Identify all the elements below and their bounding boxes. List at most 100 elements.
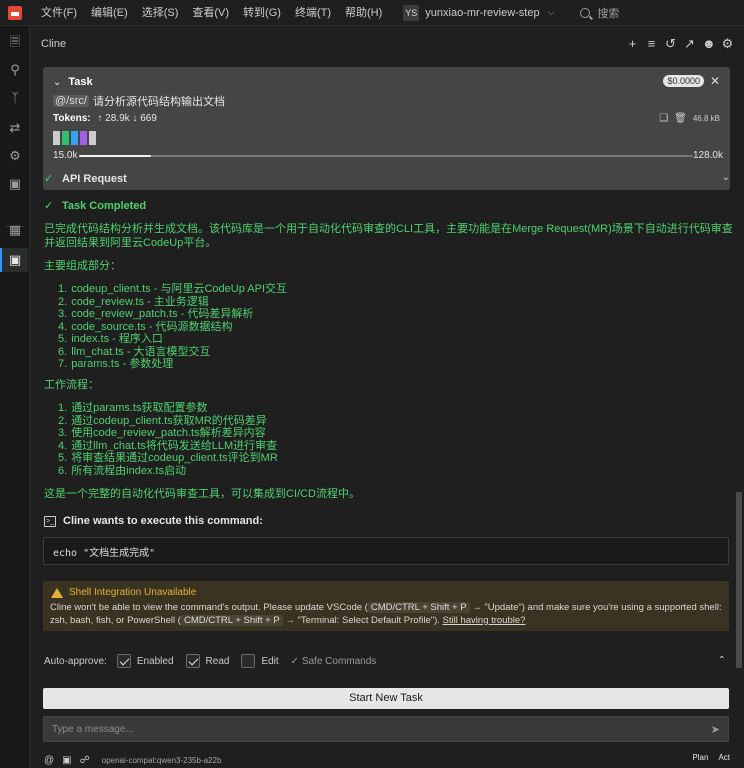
warning-icon (51, 587, 63, 598)
menu-view[interactable]: 查看(V) (185, 0, 236, 26)
remote-icon[interactable]: ⇄ (7, 120, 23, 136)
menu-terminal[interactable]: 终端(T) (288, 0, 338, 26)
search-placeholder: 搜索 (597, 7, 620, 20)
menu-help[interactable]: 帮助(H) (338, 0, 389, 26)
copy-icon[interactable]: ❏ (659, 113, 668, 124)
debug-icon[interactable]: ⚙ (7, 148, 23, 164)
auto-approve-read[interactable]: Read (185, 654, 229, 668)
account-icon[interactable]: ☻ (702, 36, 716, 51)
task-prompt-text: 请分析源代码结构输出文档 (92, 96, 225, 108)
cline-icon[interactable]: ▣ (7, 252, 23, 268)
header-actions: + ≡ ↺ ↗ ☻ ⚙ (626, 36, 734, 51)
chat-footer: @ ▣ ☍ openai-compat:qwen3-235b-a22b Plan… (44, 753, 734, 767)
plan-act-toggle[interactable]: Plan Act (692, 753, 730, 762)
command-box: echo "文档生成完成" (43, 537, 729, 565)
conclusion: 这是一个完整的自动化代码审查工具，可以集成到CI/CD流程中。 (44, 488, 360, 500)
command-center-search[interactable]: 搜索 (580, 5, 619, 21)
message-input[interactable] (52, 724, 692, 735)
active-item-indicator (0, 248, 2, 272)
menu-go[interactable]: 转到(G) (236, 0, 288, 26)
app-logo-icon (8, 5, 22, 20)
history-icon[interactable]: ↺ (664, 36, 677, 51)
context-bar (79, 155, 693, 157)
cache-block (89, 131, 96, 145)
components-list: 1. codeup_client.ts - 与阿里云CodeUp API交互 2.… (58, 283, 287, 371)
api-request-row[interactable]: ✓ API Request (44, 174, 127, 185)
auto-approve-edit[interactable]: Edit (241, 654, 279, 668)
chevron-down-icon[interactable]: ⌄ (53, 77, 61, 88)
context-used: 15.0k (53, 150, 78, 161)
task-title-row[interactable]: ⌄ Task (53, 76, 93, 88)
file-mention[interactable]: @/src/ (53, 95, 89, 107)
act-mode[interactable]: Act (718, 753, 730, 762)
start-new-task-button[interactable]: Start New Task (43, 688, 729, 709)
cache-block (62, 131, 69, 145)
chevron-up-icon[interactable]: ⌃ (718, 655, 726, 666)
context-bar-fill (79, 155, 151, 157)
warning-title-row: Shell Integration Unavailable (51, 587, 196, 598)
shell-integration-warning: Shell Integration Unavailable Cline won'… (43, 581, 729, 631)
popout-icon[interactable]: ↗ (683, 36, 696, 51)
list-item: 5. 将审查结果通过codeup_client.ts评论到MR (58, 452, 278, 464)
command-request-header: >_ Cline wants to execute this command: (44, 515, 263, 527)
list-item: 3. code_review_patch.ts - 代码差异解析 (58, 308, 254, 320)
api-request-label: API Request (62, 174, 127, 185)
enabled-checkbox[interactable] (116, 654, 131, 668)
task-size: 46.8 kB (692, 114, 720, 123)
plan-mode[interactable]: Plan (692, 753, 708, 762)
list-item: 6. llm_chat.ts - 大语言模型交互 (58, 345, 211, 358)
settings-gear-icon[interactable]: ⚙ (721, 36, 734, 51)
chevron-down-icon[interactable]: ⌄ (722, 174, 730, 183)
task-header-card: ⌄ Task $0.0000 ✕ @/src/ 请分析源代码结构输出文档 Tok… (43, 67, 730, 190)
activity-bar: 🗏 ⚲ ᛉ ⇄ ⚙ ▣ ▦ ▣ (0, 26, 30, 768)
send-icon[interactable]: ➤ (711, 723, 720, 736)
list-item: 5. index.ts - 程序入口 (58, 333, 163, 345)
command-text: echo "文档生成完成" (53, 548, 156, 559)
new-task-icon[interactable]: + (626, 36, 639, 51)
list-item: 4. code_source.ts - 代码源数据结构 (58, 320, 233, 333)
terminal-icon: >_ (44, 515, 56, 527)
components-title: 主要组成部分： (44, 260, 121, 272)
safe-commands-option[interactable]: ✓ Safe Commands (291, 656, 377, 667)
read-checkbox[interactable] (185, 654, 200, 668)
auto-approve-enabled[interactable]: Enabled (116, 654, 174, 668)
warning-title: Shell Integration Unavailable (69, 587, 197, 598)
delete-icon[interactable]: 🗑 (674, 113, 687, 124)
auto-approve-label: Auto-approve: (44, 655, 107, 667)
task-completed-row: ✓ Task Completed (44, 199, 146, 212)
menu-edit[interactable]: 编辑(E) (84, 0, 135, 26)
source-control-icon[interactable]: ᛉ (7, 90, 23, 106)
edit-checkbox[interactable] (241, 654, 256, 668)
shortcut-kbd: CMD/CTRL + Shift + P (367, 602, 470, 613)
files-icon[interactable]: 🗏 (7, 34, 23, 50)
list-item: 2. code_review.ts - 主业务逻辑 (58, 295, 209, 308)
warning-text: Cline won't be able to view the command'… (50, 602, 722, 626)
cache-block (71, 131, 78, 145)
tokens-in: ↑ 28.9k (97, 113, 130, 124)
chat-scrollbar[interactable] (736, 492, 742, 668)
menu-selection[interactable]: 选择(S) (135, 0, 186, 26)
search-icon[interactable]: ⚲ (7, 62, 23, 78)
mcp-icon[interactable]: ☍ (80, 755, 90, 766)
testing-icon[interactable]: ▣ (7, 176, 23, 192)
tokens-label: Tokens: (53, 113, 91, 124)
troubleshoot-link[interactable]: Still having trouble? (443, 615, 526, 626)
workspace-badge: YS (403, 4, 420, 21)
menu-file[interactable]: 文件(F) (34, 0, 84, 26)
cost-badge: $0.0000 (663, 75, 704, 87)
chevron-down-icon: ⌵ (547, 7, 555, 17)
cache-block (53, 131, 60, 145)
mention-icon[interactable]: @ (44, 755, 54, 766)
list-item: 3. 使用code_review_patch.ts解析差异内容 (58, 427, 266, 439)
close-icon[interactable]: ✕ (710, 74, 720, 88)
list-item: 2. 通过codeup_client.ts获取MR的代码差异 (58, 414, 267, 427)
mcp-servers-icon[interactable]: ≡ (645, 36, 658, 51)
extensions-icon[interactable]: ▦ (7, 222, 23, 238)
cline-panel: Cline + ≡ ↺ ↗ ☻ ⚙ ⌄ Task $0.0000 ✕ @/src… (31, 26, 744, 768)
workspace-selector[interactable]: YS yunxiao-mr-review-step ⌵ (403, 3, 554, 23)
title-bar: 文件(F) 编辑(E) 选择(S) 查看(V) 转到(G) 终端(T) 帮助(H… (0, 0, 744, 26)
model-selector[interactable]: openai-compat:qwen3-235b-a22b (102, 756, 222, 765)
task-completed-label: Task Completed (62, 200, 147, 212)
image-icon[interactable]: ▣ (62, 755, 71, 766)
list-item: 4. 通过llm_chat.ts将代码发送给LLM进行审查 (58, 439, 278, 452)
